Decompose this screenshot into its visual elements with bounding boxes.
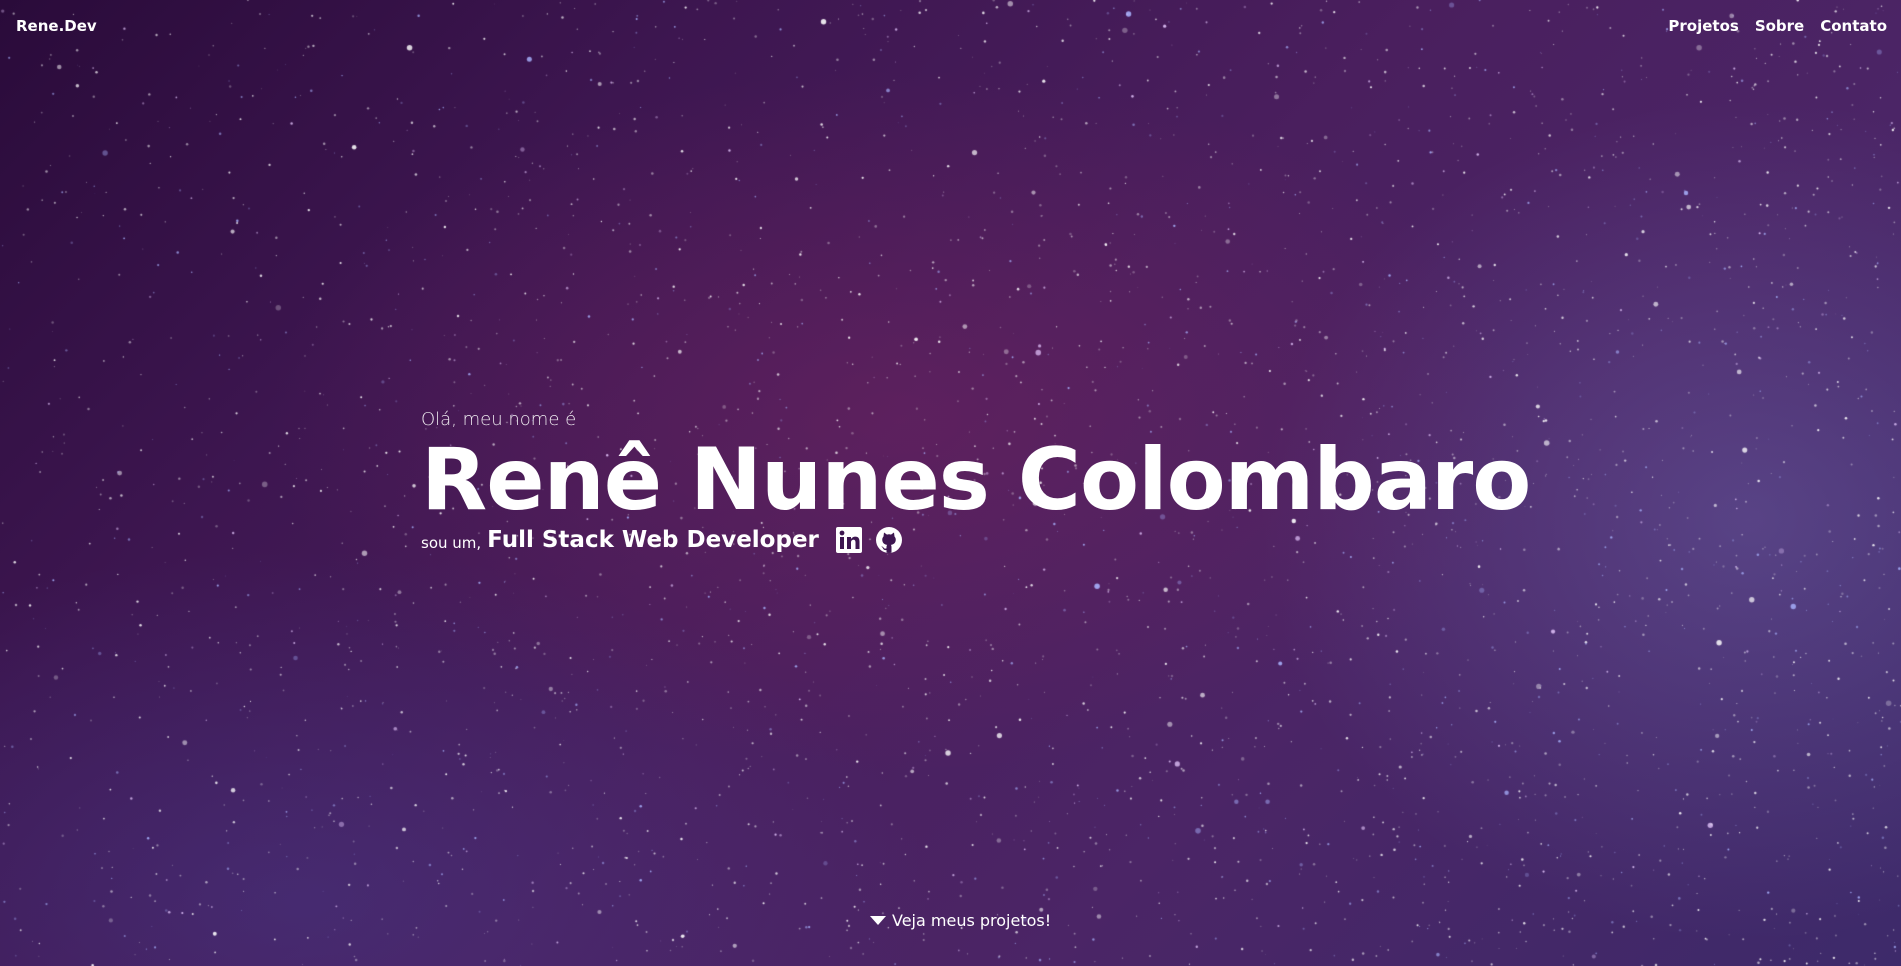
nav-links: Projetos Sobre Contato: [1668, 17, 1887, 35]
linkedin-icon[interactable]: [835, 526, 863, 554]
hero-greeting: Olá, meu nome é: [421, 409, 577, 430]
github-icon[interactable]: [875, 526, 903, 554]
nav-link-projetos[interactable]: Projetos: [1668, 17, 1738, 35]
nav-link-contato[interactable]: Contato: [1820, 17, 1887, 35]
social-links: [835, 526, 903, 554]
hero-name: Renê Nunes Colombaro: [421, 430, 1531, 530]
role-title: Full Stack Web Developer: [487, 527, 819, 553]
caret-down-icon: [870, 916, 886, 925]
see-projects-label: Veja meus projetos!: [892, 911, 1052, 930]
brand-logo[interactable]: Rene.Dev: [16, 17, 97, 35]
hero-section: Olá, meu nome é Renê Nunes Colombaro sou…: [421, 408, 1531, 554]
nav-link-sobre[interactable]: Sobre: [1755, 17, 1804, 35]
hero-role-line: sou um, Full Stack Web Developer: [421, 526, 1530, 554]
see-projects-link[interactable]: Veja meus projetos!: [870, 911, 1051, 930]
role-prefix: sou um,: [421, 534, 482, 552]
navbar: Rene.Dev Projetos Sobre Contato: [0, 0, 1901, 54]
